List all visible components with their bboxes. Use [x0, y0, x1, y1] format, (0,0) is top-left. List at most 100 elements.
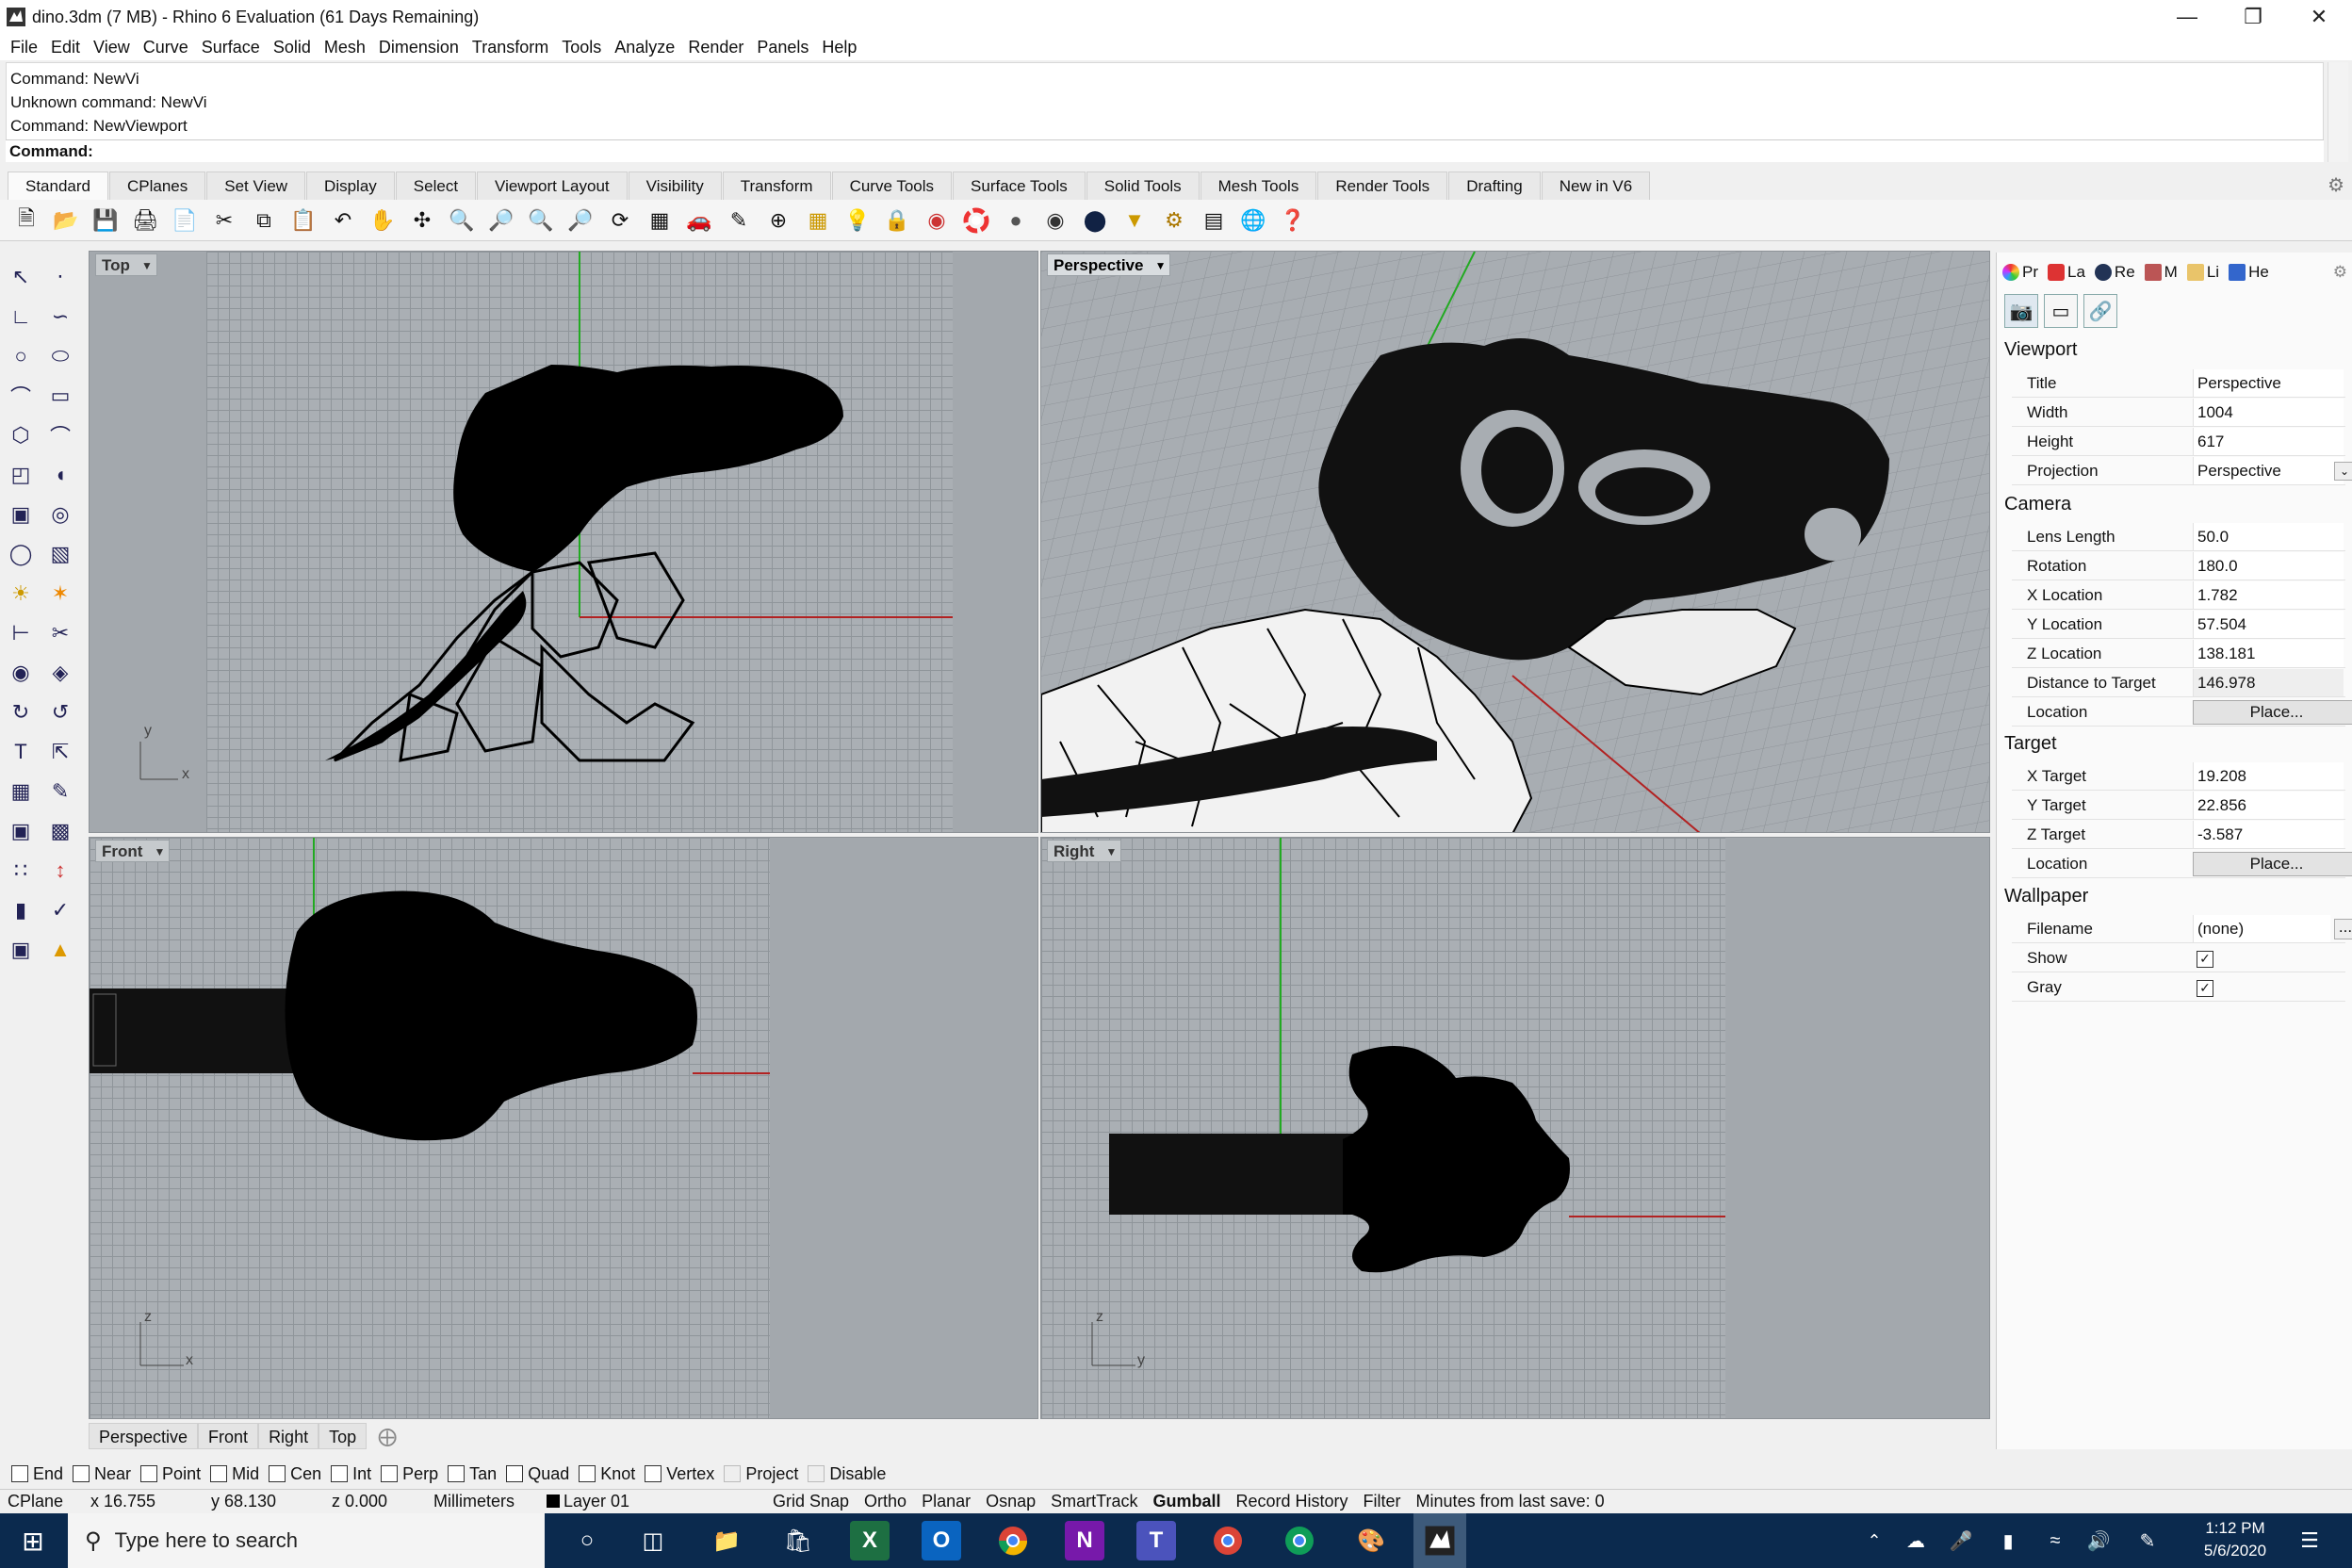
checkbox[interactable]: [448, 1465, 466, 1482]
gear-icon[interactable]: ⚙: [2333, 263, 2347, 282]
menu-file[interactable]: File: [4, 38, 44, 57]
help-globe-icon[interactable]: 🌐: [1238, 205, 1268, 236]
grid-array-icon[interactable]: ∷: [4, 854, 38, 888]
osnap-end[interactable]: End: [11, 1464, 63, 1484]
fillet-icon[interactable]: ⌒: [43, 418, 77, 452]
outlook-icon[interactable]: O: [922, 1521, 961, 1560]
tab-render-tools[interactable]: Render Tools: [1317, 172, 1448, 200]
tab-mesh-tools[interactable]: Mesh Tools: [1200, 172, 1317, 200]
group-icon[interactable]: ◉: [4, 656, 38, 690]
new-icon[interactable]: 🗎: [11, 205, 41, 236]
prop-value-x-location[interactable]: 1.782: [2193, 581, 2344, 609]
osnap-point[interactable]: Point: [140, 1464, 201, 1484]
battery-icon[interactable]: ▮: [1988, 1521, 2028, 1560]
menu-mesh[interactable]: Mesh: [318, 38, 372, 57]
scale-icon[interactable]: ⇱: [43, 735, 77, 769]
select-arrow-icon[interactable]: ↖: [4, 260, 38, 294]
rotate-view-icon[interactable]: ✣: [407, 205, 437, 236]
arc-icon[interactable]: ⌒: [4, 379, 38, 413]
array-icon[interactable]: ▦: [4, 775, 38, 808]
viewport-label-perspective[interactable]: Perspective ▼: [1047, 253, 1171, 276]
microphone-icon[interactable]: 🎤: [1941, 1521, 1981, 1560]
surface-icon[interactable]: ◰: [4, 458, 38, 492]
close-button[interactable]: ✕: [2286, 0, 2352, 34]
chevron-down-icon[interactable]: ▼: [141, 254, 153, 277]
ellipse-icon[interactable]: ⬭: [43, 339, 77, 373]
rectangle-icon[interactable]: ▭: [43, 379, 77, 413]
pen-icon[interactable]: ✎: [2128, 1521, 2167, 1560]
tab-curve-tools[interactable]: Curve Tools: [831, 172, 953, 200]
viewport-frame-icon[interactable]: ▭: [2044, 294, 2078, 328]
osnap-quad[interactable]: Quad: [506, 1464, 569, 1484]
zoom-icon[interactable]: 🔍: [447, 205, 477, 236]
render-icon[interactable]: ⬤: [1080, 205, 1110, 236]
chevron-down-icon[interactable]: ▼: [155, 841, 166, 863]
chevron-down-icon[interactable]: ⌄: [2334, 462, 2352, 481]
menu-surface[interactable]: Surface: [195, 38, 267, 57]
prop-value-lens-length[interactable]: 50.0: [2193, 523, 2344, 550]
zoom-selected-icon[interactable]: 🔎: [565, 205, 596, 236]
cylinder-icon[interactable]: ◯: [4, 537, 38, 571]
cplane-icon[interactable]: ⊕: [763, 205, 793, 236]
checkbox[interactable]: [269, 1465, 286, 1482]
loft-icon[interactable]: ◖: [43, 458, 77, 492]
mesh-icon[interactable]: ▧: [43, 537, 77, 571]
render-preview-icon[interactable]: ◉: [1040, 205, 1070, 236]
panel-tab-properties[interactable]: Pr: [2002, 263, 2038, 282]
checkbox[interactable]: [331, 1465, 349, 1482]
prop-value-y-target[interactable]: 22.856: [2193, 792, 2344, 819]
store-icon[interactable]: 🛍: [778, 1521, 818, 1560]
checkbox[interactable]: [506, 1465, 524, 1482]
projection-select[interactable]: Perspective: [2193, 457, 2344, 484]
options-icon[interactable]: ⚙: [1159, 205, 1189, 236]
zoom-extents-icon[interactable]: 🔍: [526, 205, 556, 236]
edit-points-icon[interactable]: ✎: [43, 775, 77, 808]
command-prompt[interactable]: Command:: [6, 139, 2324, 162]
viewport-label-front[interactable]: Front ▼: [95, 840, 171, 863]
checkbox[interactable]: [724, 1465, 742, 1482]
ruler-icon[interactable]: ▮: [4, 893, 38, 927]
paint-icon[interactable]: 🎨: [1351, 1521, 1391, 1560]
curve-icon[interactable]: ∽: [43, 300, 77, 334]
car-icon[interactable]: 🚗: [684, 205, 714, 236]
checkbox[interactable]: [579, 1465, 596, 1482]
prop-value-height[interactable]: 617: [2193, 428, 2344, 455]
prop-value-y-location[interactable]: 57.504: [2193, 611, 2344, 638]
filter-icon[interactable]: ▼: [1119, 205, 1150, 236]
rotate-icon[interactable]: ⟳: [605, 205, 635, 236]
tab-surface-tools[interactable]: Surface Tools: [953, 172, 1086, 200]
notifications-icon[interactable]: ☰: [2290, 1521, 2329, 1560]
viewport-tab-perspective[interactable]: Perspective: [89, 1423, 199, 1449]
osnap-perp[interactable]: Perp: [381, 1464, 438, 1484]
viewport-tab-front[interactable]: Front: [198, 1423, 259, 1449]
trim-icon[interactable]: ✂: [43, 616, 77, 650]
tab-set-view[interactable]: Set View: [206, 172, 306, 200]
menu-panels[interactable]: Panels: [750, 38, 815, 57]
circle-icon[interactable]: ○: [4, 339, 38, 373]
viewport-tab-right[interactable]: Right: [258, 1423, 319, 1449]
osnap-vertex[interactable]: Vertex: [645, 1464, 714, 1484]
prop-value-filename[interactable]: (none): [2193, 915, 2330, 942]
gray-checkbox[interactable]: ✓: [2197, 979, 2213, 997]
save-icon[interactable]: 💾: [90, 205, 121, 236]
checkbox[interactable]: [381, 1465, 399, 1482]
menu-render[interactable]: Render: [681, 38, 750, 57]
prop-value-rotation[interactable]: 180.0: [2193, 552, 2344, 580]
task-view-icon[interactable]: ◫: [633, 1521, 673, 1560]
status-filter[interactable]: Filter: [1356, 1492, 1409, 1511]
cut-icon[interactable]: ✂: [209, 205, 239, 236]
polygon-icon[interactable]: ⬡: [4, 418, 38, 452]
analyze-icon[interactable]: ▩: [43, 814, 77, 848]
onenote-icon[interactable]: N: [1065, 1521, 1104, 1560]
warning-icon[interactable]: ▲: [43, 933, 77, 967]
cube-icon[interactable]: ▣: [4, 933, 38, 967]
browse-button[interactable]: ...: [2334, 919, 2352, 939]
object-props-icon[interactable]: 🔗: [2083, 294, 2117, 328]
prop-value-z-location[interactable]: 138.181: [2193, 640, 2344, 667]
tab-solid-tools[interactable]: Solid Tools: [1086, 172, 1200, 200]
show-checkbox[interactable]: ✓: [2197, 950, 2213, 968]
tab-new-in-v6[interactable]: New in V6: [1541, 172, 1651, 200]
status-cplane[interactable]: CPlane: [0, 1492, 83, 1511]
teams-icon[interactable]: T: [1136, 1521, 1176, 1560]
tab-select[interactable]: Select: [395, 172, 477, 200]
